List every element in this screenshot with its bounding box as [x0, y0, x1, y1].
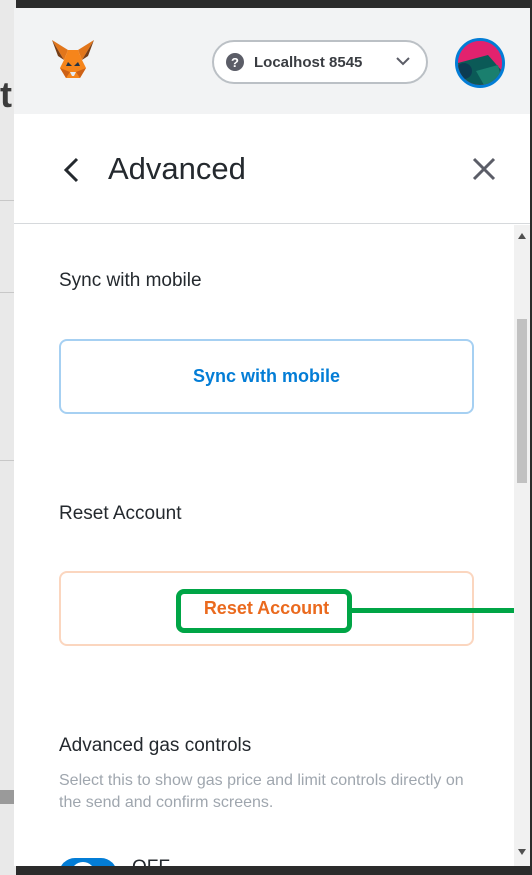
chevron-down-icon — [396, 57, 410, 66]
account-identicon — [458, 41, 502, 85]
scrollbar[interactable] — [514, 225, 530, 866]
toggle-knob — [71, 862, 95, 866]
reset-section-label: Reset Account — [59, 503, 182, 524]
gas-controls-toggle[interactable] — [59, 858, 117, 866]
settings-header: Advanced — [14, 114, 530, 224]
network-selector[interactable]: ? Localhost 8545 — [212, 40, 428, 84]
highlight-box — [176, 589, 352, 633]
network-name: Localhost 8545 — [254, 53, 363, 71]
callout-arrow-line — [352, 608, 514, 613]
app-header: ? Localhost 8545 — [14, 8, 530, 114]
metamask-popup: ? Localhost 8545 Advanced Sync with mobi… — [14, 8, 530, 866]
scroll-down-arrow-icon[interactable] — [518, 849, 526, 855]
scroll-up-arrow-icon[interactable] — [518, 233, 526, 239]
advanced-settings-content: Sync with mobile Sync with mobile Reset … — [14, 225, 514, 866]
metamask-fox-icon[interactable] — [50, 38, 96, 82]
toggle-state-label: OFF — [132, 857, 170, 866]
gas-section-label: Advanced gas controls — [59, 735, 252, 756]
sync-with-mobile-button[interactable]: Sync with mobile — [59, 339, 474, 414]
chevron-left-icon[interactable] — [62, 156, 80, 184]
sync-section-label: Sync with mobile — [59, 270, 202, 291]
account-avatar[interactable] — [455, 38, 505, 88]
scrollbar-thumb[interactable] — [517, 319, 527, 483]
gas-section-description: Select this to show gas price and limit … — [59, 772, 464, 811]
page-title: Advanced — [108, 151, 246, 186]
close-icon[interactable] — [471, 156, 497, 182]
help-circle-icon: ? — [226, 53, 244, 71]
